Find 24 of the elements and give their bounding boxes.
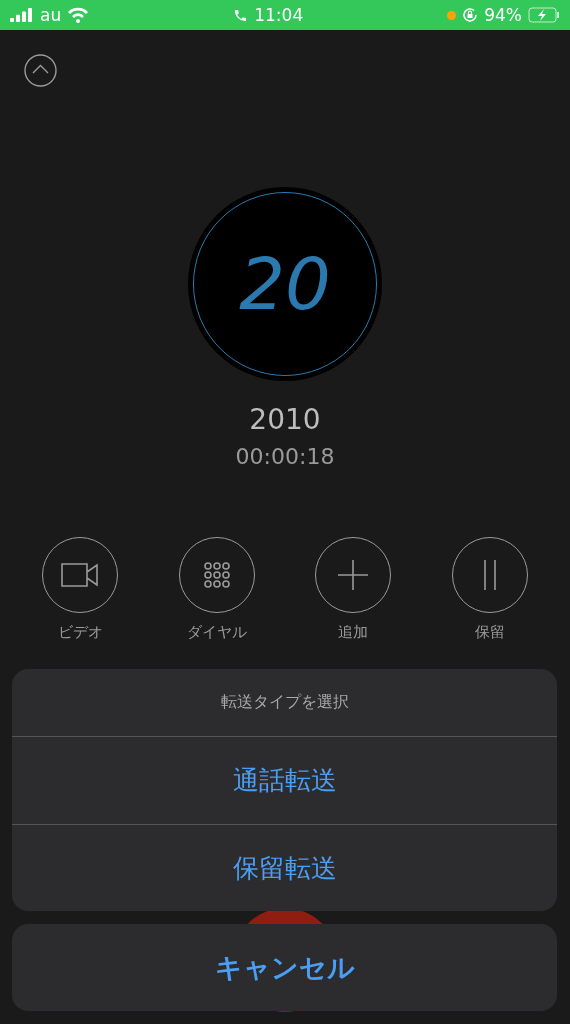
battery-percent: 94% <box>484 5 522 25</box>
caller-name: 2010 <box>249 403 321 436</box>
signal-icon <box>10 8 34 22</box>
pause-icon <box>482 560 497 590</box>
rotation-lock-icon <box>462 7 479 23</box>
wifi-icon <box>67 7 90 23</box>
control-label: 追加 <box>338 623 369 642</box>
dot-icon <box>447 10 457 20</box>
phone-icon <box>233 7 249 23</box>
control-label: ビデオ <box>57 623 103 642</box>
sheet-option[interactable]: 通話転送 <box>12 737 557 824</box>
cancel-button[interactable]: キャンセル <box>12 924 557 1011</box>
keypad-icon <box>203 562 230 588</box>
control-label: 保留 <box>474 623 505 642</box>
collapse-button[interactable] <box>24 54 57 87</box>
sheet-option[interactable]: 保留転送 <box>12 824 557 911</box>
clock-time: 11:04 <box>254 5 304 25</box>
video-camera-icon <box>60 562 101 588</box>
plus-icon <box>338 560 369 590</box>
sheet-title: 転送タイプを選択 <box>12 669 557 737</box>
control-label: ダイヤル <box>186 623 247 642</box>
carrier-name: au <box>40 5 62 25</box>
call-duration: 00:00:18 <box>235 444 335 469</box>
avatar-initials: 20 <box>239 242 331 326</box>
